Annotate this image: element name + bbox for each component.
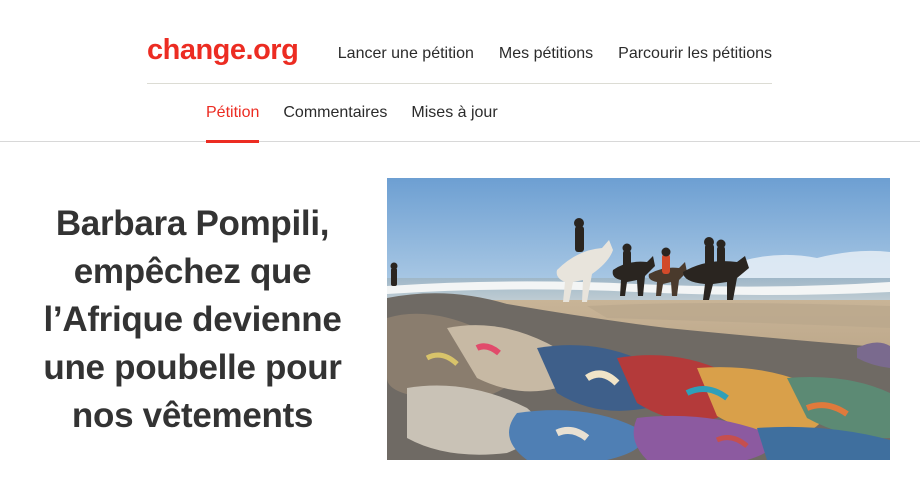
tab-petition[interactable]: Pétition — [206, 84, 260, 143]
petition-tabs-bar: Pétition Commentaires Mises à jour — [0, 84, 920, 143]
beach-textile-waste-photo — [387, 178, 890, 460]
top-navigation: Lancer une pétition Mes pétitions Parcou… — [338, 45, 772, 63]
nav-browse-petitions-link[interactable]: Parcourir les pétitions — [618, 45, 772, 63]
petition-hero-image — [387, 178, 890, 460]
nav-my-petitions-link[interactable]: Mes pétitions — [499, 45, 593, 63]
change-org-logo[interactable]: change.org — [147, 36, 299, 65]
site-header: change.org Lancer une pétition Mes pétit… — [147, 0, 772, 84]
tab-comments[interactable]: Commentaires — [283, 84, 387, 142]
tab-updates[interactable]: Mises à jour — [411, 84, 497, 142]
petition-title: Barbara Pompili, empêchez que l’Afrique … — [43, 204, 342, 435]
nav-start-petition-link[interactable]: Lancer une pétition — [338, 45, 474, 63]
